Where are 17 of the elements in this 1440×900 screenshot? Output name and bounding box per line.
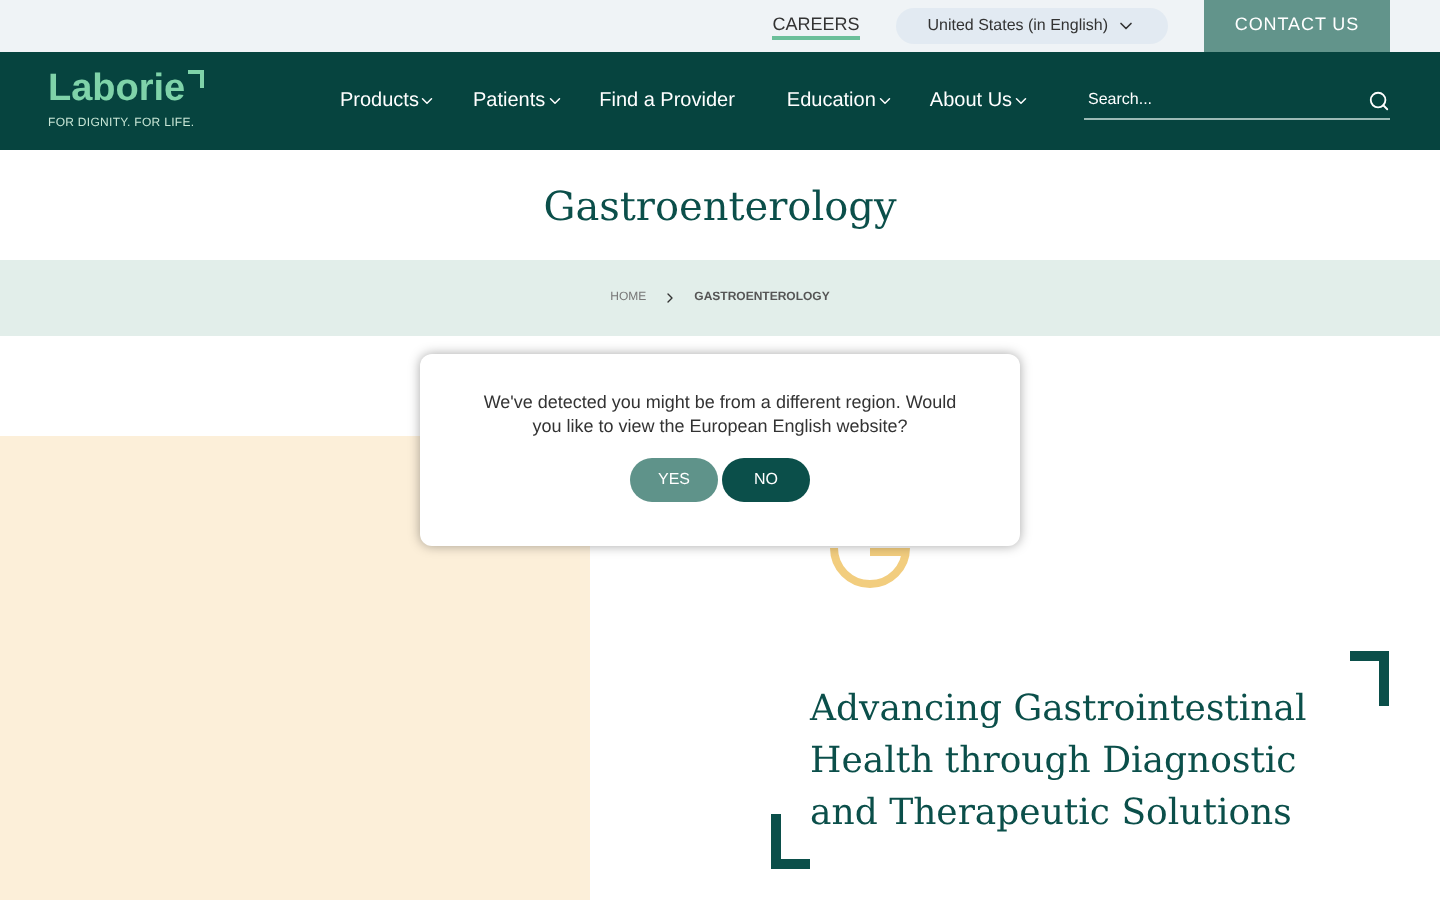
region-selector[interactable]: United States (in English) <box>895 8 1168 44</box>
nav-link[interactable]: Education <box>786 86 876 116</box>
hero-heading: Advancing Gastrointestinal Health through Diagnostic and Therapeutic Solutions <box>810 686 1309 838</box>
logo[interactable]: Laborie <box>48 69 186 109</box>
corner-mark-icon <box>187 69 204 87</box>
search-field[interactable]: Search... <box>1084 88 1368 112</box>
dialog-message: We've detected you might be from a different region. Would you like to view the European English website? <box>481 390 959 438</box>
nav-link[interactable]: Patients <box>472 86 546 116</box>
corner-bracket-icon <box>1350 650 1390 706</box>
nav-link[interactable]: Products <box>340 86 419 116</box>
dialog-button[interactable]: NO <box>722 458 810 502</box>
nav-link[interactable]: Find a Provider <box>599 86 735 116</box>
search-icon[interactable] <box>1368 89 1390 111</box>
corner-bracket-icon <box>770 814 810 870</box>
careers-link[interactable]: CAREERS <box>772 12 860 40</box>
page-title: Gastroenterology <box>543 179 897 233</box>
nav-link[interactable]: About Us <box>929 86 1013 116</box>
